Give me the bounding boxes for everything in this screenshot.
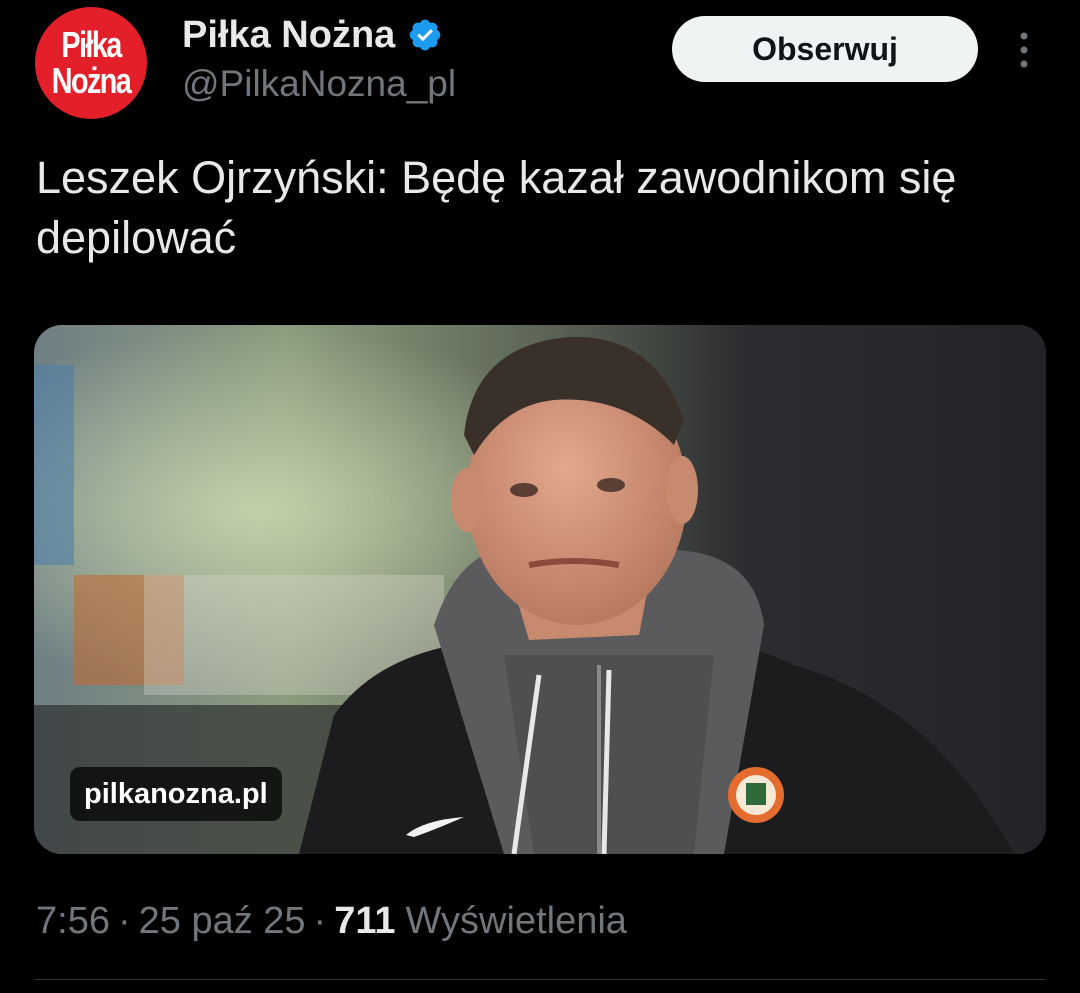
more-vertical-icon: [1018, 30, 1030, 70]
avatar[interactable]: Piłka Nożna: [35, 7, 147, 119]
tweet-time[interactable]: 7:56: [36, 900, 110, 943]
author-handle[interactable]: @PilkaNozna_pl: [182, 62, 456, 106]
meta-separator: ·: [313, 899, 327, 942]
tweet-date[interactable]: 25 paź 25: [139, 900, 306, 943]
author-name-row: Piłka Nożna: [182, 12, 443, 58]
follow-button[interactable]: Obserwuj: [672, 16, 978, 82]
avatar-logo-text-line1: Piłka: [61, 24, 122, 65]
views-count: 711: [334, 899, 396, 942]
avatar-logo-text-line2: Nożna: [51, 60, 132, 101]
tweet-text: Leszek Ojrzyński: Będę kazał zawodnikom …: [36, 152, 957, 263]
link-preview-card[interactable]: pilkanozna.pl: [34, 325, 1046, 854]
more-options-button[interactable]: [1006, 28, 1042, 72]
views-label: Wyświetlenia: [405, 899, 627, 942]
verified-badge-icon: [407, 17, 443, 53]
meta-separator: ·: [117, 899, 131, 942]
divider: [34, 979, 1046, 980]
tweet-meta: 7:56 · 25 paź 25 · 711 Wyświetlenia: [36, 893, 627, 949]
link-domain-badge: pilkanozna.pl: [70, 767, 282, 821]
author-display-name[interactable]: Piłka Nożna: [182, 12, 395, 58]
